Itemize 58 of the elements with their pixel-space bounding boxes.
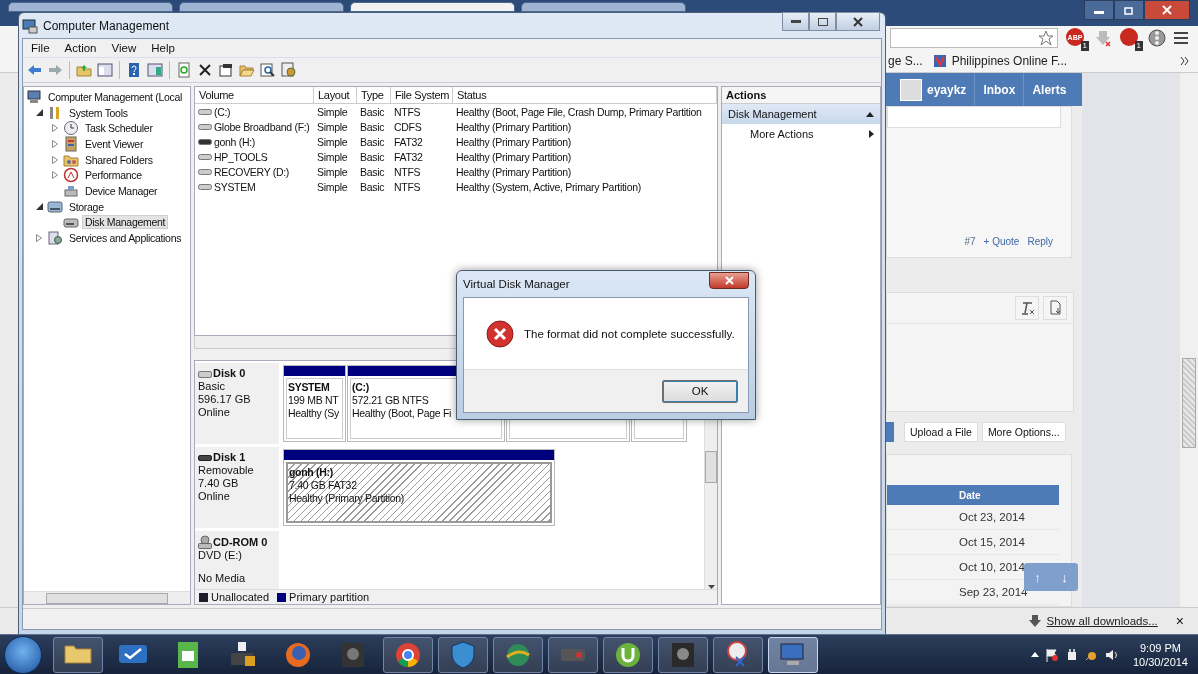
table-cell: Healthy (Boot, Page File, Crash Dump, Primary Partition: [456, 105, 702, 118]
pane-title: Actions: [726, 89, 767, 101]
extension-badge: 1: [1134, 41, 1143, 51]
table-cell: Basic: [360, 165, 385, 178]
table-cell: Basic: [360, 135, 385, 148]
window-title: Computer Management: [43, 18, 170, 33]
action-label: More Actions: [750, 128, 814, 140]
table-cell: Oct 15, 2014: [959, 536, 1025, 548]
table-cell: HP_TOOLS: [214, 150, 268, 163]
table-cell: (C:): [214, 105, 231, 118]
disk-info: No Media: [198, 572, 247, 585]
section-label: Disk Management: [728, 108, 817, 120]
table-cell: Simple: [317, 120, 348, 133]
table-cell: Simple: [317, 165, 348, 178]
table-cell: Simple: [317, 105, 348, 118]
table-cell: FAT32: [394, 150, 423, 163]
table-cell: SYSTEM: [214, 180, 256, 193]
table-cell: Healthy (Primary Partition): [456, 150, 571, 163]
table-cell: NTFS: [394, 105, 421, 118]
disk-name: Disk 1: [213, 451, 246, 465]
disk-info: 596.17 GB: [198, 393, 252, 406]
table-cell: Basic: [360, 105, 385, 118]
disk-info: Basic: [198, 380, 226, 393]
table-cell: Simple: [317, 135, 348, 148]
table-cell: Simple: [317, 150, 348, 163]
disk-info: Online: [198, 490, 231, 504]
table-cell: Basic: [360, 180, 385, 193]
post-number: #7: [964, 236, 976, 247]
disk-name: Disk 0: [213, 367, 246, 380]
table-cell: Simple: [317, 180, 348, 193]
disk-info: Online: [198, 406, 231, 419]
table-cell: CDFS: [394, 120, 422, 133]
table-cell: Healthy (Primary Partition): [456, 120, 571, 133]
dialog-title: Virtual Disk Manager: [463, 278, 570, 290]
table-cell: Healthy (Primary Partition): [456, 135, 571, 148]
table-cell: FAT32: [394, 135, 423, 148]
clock-date: 10/30/2014: [1132, 654, 1188, 669]
disk-info: DVD (E:): [198, 549, 243, 563]
table-cell: NTFS: [394, 180, 421, 193]
table-cell: Basic: [360, 150, 385, 163]
table-cell: Healthy (System, Active, Primary Partition): [456, 180, 641, 193]
table-cell: Oct 10, 2014: [959, 561, 1025, 573]
disk-info: Removable: [198, 464, 255, 478]
table-cell: Sep 23, 2014: [959, 586, 1028, 598]
table-cell: Basic: [360, 120, 385, 133]
table-cell: gonh (H:): [214, 135, 256, 148]
extension-badge: 1: [1080, 41, 1089, 51]
dialog-message: The format did not complete successfully.: [524, 327, 735, 340]
legend-label: Primary partition: [289, 591, 370, 603]
disk-info: 7.40 GB: [198, 477, 240, 491]
table-cell: RECOVERY (D:): [214, 165, 290, 178]
table-cell: Healthy (Primary Partition): [456, 165, 571, 178]
table-cell: NTFS: [394, 165, 421, 178]
legend-label: Unallocated: [211, 591, 270, 603]
table-cell: Oct 23, 2014: [959, 511, 1025, 523]
clock-time: 9:09 PM: [1140, 640, 1181, 655]
disk-name: CD-ROM 0: [213, 535, 268, 549]
table-cell: Globe Broadband (F:): [214, 120, 310, 133]
